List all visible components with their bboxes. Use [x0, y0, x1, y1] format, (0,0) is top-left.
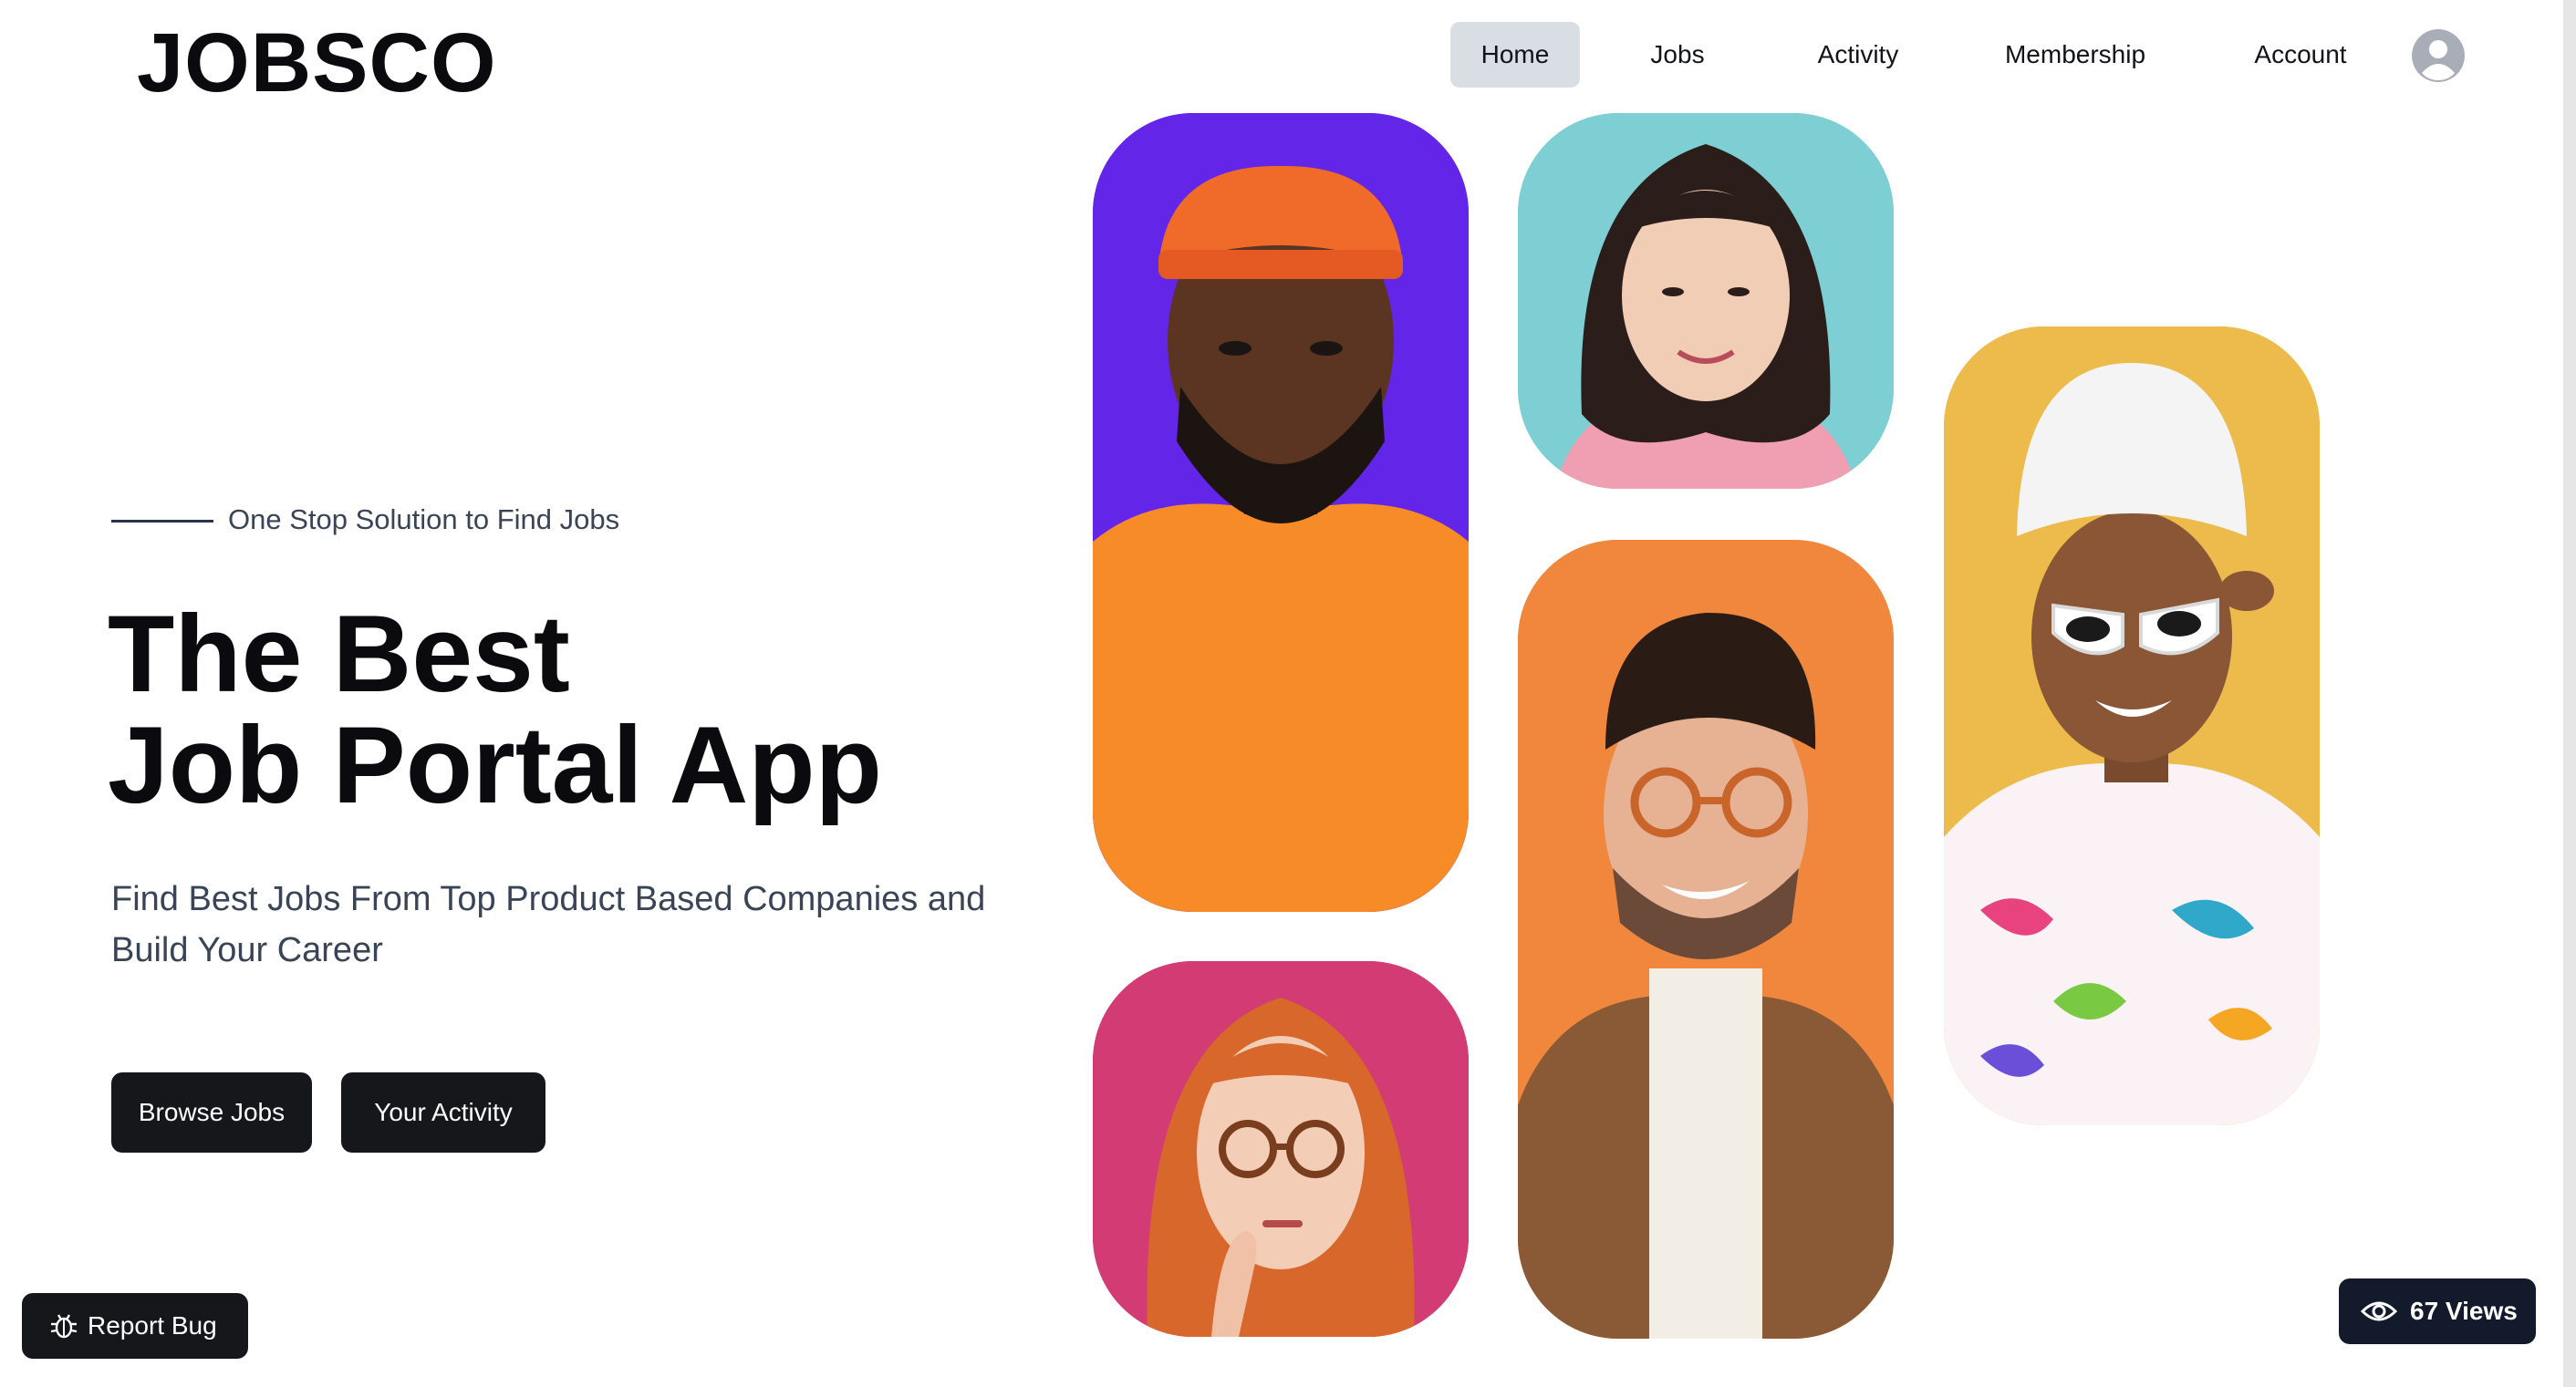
views-label: 67 Views	[2410, 1297, 2518, 1325]
bug-icon	[50, 1314, 78, 1339]
user-avatar-icon[interactable]	[2412, 29, 2465, 82]
photo-card-man-glasses	[1518, 540, 1894, 1339]
photo-card-man-beanie	[1093, 113, 1469, 912]
eye-icon	[2361, 1301, 2397, 1321]
brand-logo[interactable]: JOBSCO	[137, 13, 497, 113]
nav-membership[interactable]: Membership	[1989, 22, 2162, 88]
nav-activity[interactable]: Activity	[1797, 22, 1919, 88]
photo-card-woman-smiling	[1518, 113, 1894, 489]
views-counter-button[interactable]: 67 Views	[2339, 1278, 2536, 1344]
photo-card-woman-sunglasses	[1944, 326, 2320, 1125]
tagline-divider	[111, 520, 213, 523]
hero-title: The Best Job Portal App	[108, 598, 882, 821]
window-edge	[2563, 0, 2576, 1387]
hero-title-line1: The Best	[108, 593, 570, 715]
nav-jobs[interactable]: Jobs	[1631, 22, 1724, 88]
your-activity-button[interactable]: Your Activity	[341, 1072, 545, 1153]
hero-title-line2: Job Portal App	[108, 704, 882, 826]
report-bug-label: Report Bug	[88, 1311, 217, 1340]
nav-account[interactable]: Account	[2235, 22, 2366, 88]
report-bug-button[interactable]: Report Bug	[22, 1293, 248, 1359]
browse-jobs-button[interactable]: Browse Jobs	[111, 1072, 312, 1153]
nav-home[interactable]: Home	[1450, 22, 1580, 88]
tagline-text: One Stop Solution to Find Jobs	[228, 503, 620, 535]
photo-card-woman-thinking	[1093, 961, 1469, 1337]
hero-subtitle: Find Best Jobs From Top Product Based Co…	[111, 880, 986, 969]
